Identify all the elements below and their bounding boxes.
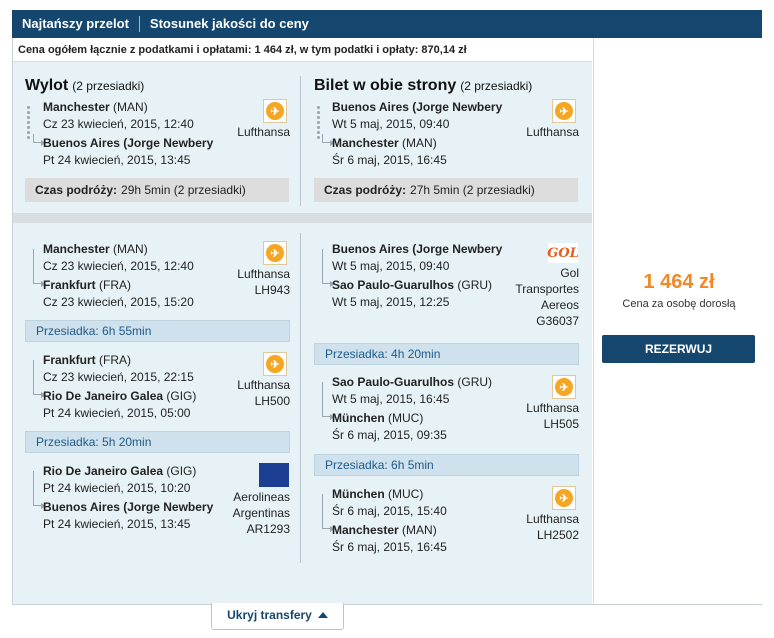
arrow-icon xyxy=(33,471,46,509)
book-button[interactable]: REZERWUJ xyxy=(602,335,755,363)
arrow-icon xyxy=(322,249,335,287)
inbound-duration: Czas podróży: 27h 5min (2 przesiadki) xyxy=(314,178,578,202)
outbound-airline: Lufthansa xyxy=(237,125,290,139)
seg-to: Frankfurt (FRA) xyxy=(43,278,132,292)
seg-airline: Lufthansa LH943 xyxy=(237,267,290,297)
lufthansa-logo-icon: ✈ xyxy=(263,241,287,265)
detail-divider xyxy=(300,233,301,563)
seg-from: Buenos Aires (Jorge Newbery xyxy=(332,242,503,256)
seg-airline: Lufthansa LH500 xyxy=(237,378,290,408)
lufthansa-logo-icon: ✈ xyxy=(552,99,576,123)
seg-to: Buenos Aires (Jorge Newbery xyxy=(43,500,214,514)
seg-to: Rio De Janeiro Galea (GIG) xyxy=(43,389,197,403)
price-per-adult: Cena za osobę dorosłą xyxy=(622,298,736,310)
lufthansa-logo-icon: ✈ xyxy=(552,375,576,399)
layover: Przesiadka: 6h 55min xyxy=(25,320,290,342)
seg-to-time: Wt 5 maj, 2015, 12:25 xyxy=(332,295,450,309)
section-separator xyxy=(13,213,592,223)
result-card: Cena ogółem łącznie z podatkami i opłata… xyxy=(12,38,763,605)
summary-dots xyxy=(27,106,30,141)
outbound-title: Wylot (2 przesiadki) xyxy=(25,77,145,94)
seg-from: Frankfurt (FRA) xyxy=(43,353,132,367)
summary-divider xyxy=(300,76,301,206)
aerolineas-logo-icon xyxy=(259,463,289,487)
seg-from-time: Cz 23 kwiecień, 2015, 12:40 xyxy=(43,259,194,273)
arrow-icon xyxy=(322,494,335,532)
outbound-duration: Czas podróży: 29h 5min (2 przesiadki) xyxy=(25,178,289,202)
inbound-to-time: Śr 6 maj, 2015, 16:45 xyxy=(332,153,447,167)
seg-from: Sao Paulo-Guarulhos (GRU) xyxy=(332,375,493,389)
lufthansa-logo-icon: ✈ xyxy=(263,352,287,376)
seg-from-time: Cz 23 kwiecień, 2015, 22:15 xyxy=(43,370,194,384)
seg-from: München (MUC) xyxy=(332,487,424,501)
layover: Przesiadka: 4h 20min xyxy=(314,343,579,365)
outbound-to-time: Pt 24 kwiecień, 2015, 13:45 xyxy=(43,153,191,167)
price-pane: 1 464 zł Cena za osobę dorosłą REZERWUJ xyxy=(593,38,763,604)
tab-cheapest[interactable]: Najtańszy przelot xyxy=(12,16,139,32)
hide-transfers-button[interactable]: Ukryj transfery xyxy=(211,603,344,630)
seg-from-time: Śr 6 maj, 2015, 15:40 xyxy=(332,504,447,518)
seg-to-time: Pt 24 kwiecień, 2015, 13:45 xyxy=(43,517,191,531)
seg-airline: Lufthansa LH2502 xyxy=(526,512,579,542)
gol-logo-icon: GOL xyxy=(547,243,579,263)
seg-airline: Lufthansa LH505 xyxy=(526,401,579,431)
arrow-icon xyxy=(322,134,335,146)
arrow-icon xyxy=(33,134,46,146)
outbound-from-time: Cz 23 kwiecień, 2015, 12:40 xyxy=(43,117,194,131)
arrow-icon xyxy=(33,249,46,287)
seg-to: München (MUC) xyxy=(332,411,424,425)
lufthansa-logo-icon: ✈ xyxy=(552,486,576,510)
seg-from-time: Wt 5 maj, 2015, 16:45 xyxy=(332,392,450,406)
seg-from: Manchester (MAN) xyxy=(43,242,148,256)
price-amount: 1 464 zł xyxy=(643,271,715,293)
arrow-icon xyxy=(33,360,46,398)
outbound-from: Manchester (MAN) xyxy=(43,100,148,114)
summary-dots xyxy=(317,106,320,141)
layover: Przesiadka: 5h 20min xyxy=(25,431,290,453)
seg-to-time: Pt 24 kwiecień, 2015, 05:00 xyxy=(43,406,191,420)
tab-value[interactable]: Stosunek jakości do ceny xyxy=(138,16,319,32)
outbound-to: Buenos Aires (Jorge Newbery xyxy=(43,136,214,150)
lufthansa-logo-icon: ✈ xyxy=(263,99,287,123)
inbound-airline: Lufthansa xyxy=(526,125,579,139)
inbound-from: Buenos Aires (Jorge Newbery xyxy=(332,100,503,114)
price-block: 1 464 zł Cena za osobę dorosłą xyxy=(594,271,764,310)
inbound-title: Bilet w obie strony (2 przesiadki) xyxy=(314,77,533,94)
seg-to-time: Cz 23 kwiecień, 2015, 15:20 xyxy=(43,295,194,309)
arrow-icon xyxy=(322,382,335,420)
seg-from-time: Wt 5 maj, 2015, 09:40 xyxy=(332,259,450,273)
inbound-to: Manchester (MAN) xyxy=(332,136,437,150)
sort-tabs: Najtańszy przelot Stosunek jakości do ce… xyxy=(12,10,762,38)
hide-transfers-label: Ukryj transfery xyxy=(227,608,312,622)
itinerary-pane: Cena ogółem łącznie z podatkami i opłata… xyxy=(13,38,592,604)
seg-airline: Aerolineas Argentinas AR1293 xyxy=(232,490,290,536)
seg-from: Rio De Janeiro Galea (GIG) xyxy=(43,464,197,478)
seg-to: Manchester (MAN) xyxy=(332,523,437,537)
price-summary: Cena ogółem łącznie z podatkami i opłata… xyxy=(13,38,592,62)
layover: Przesiadka: 6h 5min xyxy=(314,454,579,476)
seg-airline: Gol Transportes Aereos G36037 xyxy=(515,266,579,328)
seg-to-time: Śr 6 maj, 2015, 16:45 xyxy=(332,540,447,554)
seg-from-time: Pt 24 kwiecień, 2015, 10:20 xyxy=(43,481,191,495)
seg-to-time: Śr 6 maj, 2015, 09:35 xyxy=(332,428,447,442)
caret-up-icon xyxy=(317,612,328,618)
seg-to: Sao Paulo-Guarulhos (GRU) xyxy=(332,278,493,292)
inbound-from-time: Wt 5 maj, 2015, 09:40 xyxy=(332,117,450,131)
